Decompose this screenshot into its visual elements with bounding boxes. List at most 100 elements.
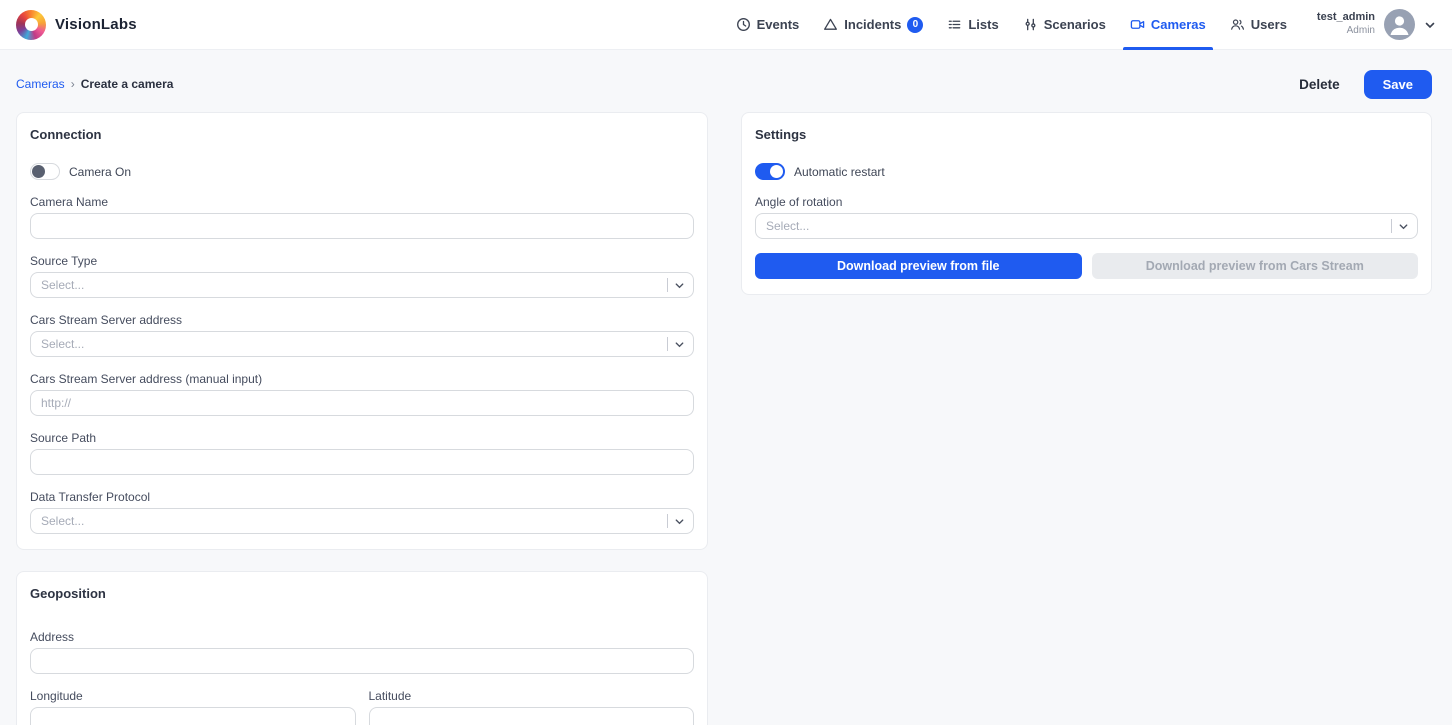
content: Connection Camera On Camera Name Source … [0,100,1452,725]
delete-button[interactable]: Delete [1295,71,1344,98]
toggle-knob [770,165,783,178]
breadcrumb-link-cameras[interactable]: Cameras [16,77,65,91]
select-divider [667,514,668,528]
toggle-knob [32,165,45,178]
brand: VisionLabs [16,9,137,40]
navbar: VisionLabs Events Incidents 0 Lists Scen… [0,0,1452,50]
user-role: Admin [1346,25,1375,37]
geo-coordinates-row: Longitude Latitude [30,674,694,725]
select-divider [667,337,668,351]
nav-item-label: Users [1250,17,1287,32]
angle-of-rotation-label: Angle of rotation [755,195,843,209]
cars-stream-server-address-select[interactable]: Select... [30,331,694,357]
clock-icon [736,17,751,32]
data-transfer-protocol-select[interactable]: Select... [30,508,694,534]
select-divider [1391,219,1392,233]
camera-on-row: Camera On [30,163,694,180]
longitude-input[interactable] [30,707,356,725]
source-type-field: Source Type Select... [30,254,694,298]
angle-of-rotation-select[interactable]: Select... [755,213,1418,239]
latitude-label: Latitude [368,689,412,703]
brand-name: VisionLabs [55,16,137,33]
camera-on-label: Camera On [69,164,132,179]
select-divider [667,278,668,292]
cars-stream-server-address-manual-input[interactable] [30,390,694,416]
camera-icon [1130,17,1145,32]
source-path-input[interactable] [30,449,694,475]
automatic-restart-toggle[interactable] [755,163,785,180]
address-field: Address [30,630,694,674]
longitude-label: Longitude [30,689,83,703]
select-placeholder: Select... [41,278,85,292]
cars-stream-manual-label: Cars Stream Server address (manual input… [30,372,263,386]
chevron-down-icon [1398,221,1409,232]
chevron-down-icon [674,280,685,291]
select-placeholder: Select... [41,514,85,528]
nav-item-incidents[interactable]: Incidents 0 [811,0,935,50]
page-toolbar: Cameras › Create a camera Delete Save [0,68,1452,100]
list-icon [947,17,962,32]
page-actions: Delete Save [1295,69,1432,99]
nav-item-label: Cameras [1150,17,1206,32]
incidents-count-badge: 0 [907,16,924,33]
select-placeholder: Select... [41,337,85,351]
longitude-field: Longitude [30,689,356,725]
avatar [1384,9,1415,40]
connection-title: Connection [30,127,102,142]
geoposition-card: Geoposition Address Longitude Latitude [16,571,708,725]
angle-of-rotation-field: Angle of rotation Select... [755,195,1418,239]
cars-stream-manual-field: Cars Stream Server address (manual input… [30,372,694,416]
breadcrumb-separator: › [70,77,75,91]
user-menu[interactable]: test_admin Admin [1317,9,1436,40]
latitude-field: Latitude [368,689,694,725]
cars-stream-address-label: Cars Stream Server address [30,313,183,327]
nav-item-cameras[interactable]: Cameras [1118,0,1218,50]
nav-item-label: Events [756,17,800,32]
cars-stream-address-field: Cars Stream Server address Select... [30,313,694,357]
main-nav: Events Incidents 0 Lists Scenarios Camer… [724,0,1299,50]
download-preview-from-cars-stream-button[interactable]: Download preview from Cars Stream [1091,253,1418,279]
source-path-field: Source Path [30,431,694,475]
settings-card: Settings Automatic restart Angle of rota… [741,112,1432,295]
sliders-icon [1023,17,1038,32]
source-type-select[interactable]: Select... [30,272,694,298]
nav-item-label: Lists [968,17,999,32]
select-placeholder: Select... [766,219,810,233]
nav-item-lists[interactable]: Lists [935,0,1010,50]
save-button[interactable]: Save [1363,69,1432,99]
breadcrumb-current: Create a camera [80,77,174,91]
camera-name-field: Camera Name [30,195,694,239]
warning-triangle-icon [823,17,838,32]
nav-item-scenarios[interactable]: Scenarios [1011,0,1118,50]
user-info: test_admin Admin [1317,11,1375,37]
automatic-restart-row: Automatic restart [755,163,1418,180]
chevron-down-icon [674,516,685,527]
download-preview-row: Download preview from file Download prev… [755,253,1418,279]
chevron-down-icon [674,339,685,350]
automatic-restart-label: Automatic restart [794,164,885,179]
nav-item-label: Incidents [844,17,902,32]
nav-item-events[interactable]: Events [724,0,812,50]
data-transfer-protocol-field: Data Transfer Protocol Select... [30,490,694,534]
person-icon [1390,16,1409,35]
source-type-label: Source Type [30,254,98,268]
visionlabs-logo-icon [16,9,46,40]
latitude-input[interactable] [368,707,694,725]
camera-name-input[interactable] [30,213,694,239]
settings-title: Settings [755,127,807,142]
download-preview-from-file-button[interactable]: Download preview from file [755,253,1082,279]
user-name: test_admin [1316,11,1375,24]
chevron-down-icon [1424,19,1436,31]
camera-name-label: Camera Name [30,195,109,209]
nav-item-users[interactable]: Users [1218,0,1299,50]
camera-on-toggle[interactable] [30,163,60,180]
geoposition-title: Geoposition [30,586,106,601]
nav-item-label: Scenarios [1043,17,1106,32]
users-icon [1230,17,1245,32]
data-transfer-protocol-label: Data Transfer Protocol [30,490,151,504]
address-label: Address [30,630,75,644]
address-input[interactable] [30,648,694,674]
source-path-label: Source Path [30,431,97,445]
connection-card: Connection Camera On Camera Name Source … [16,112,708,550]
breadcrumb: Cameras › Create a camera [16,77,173,91]
